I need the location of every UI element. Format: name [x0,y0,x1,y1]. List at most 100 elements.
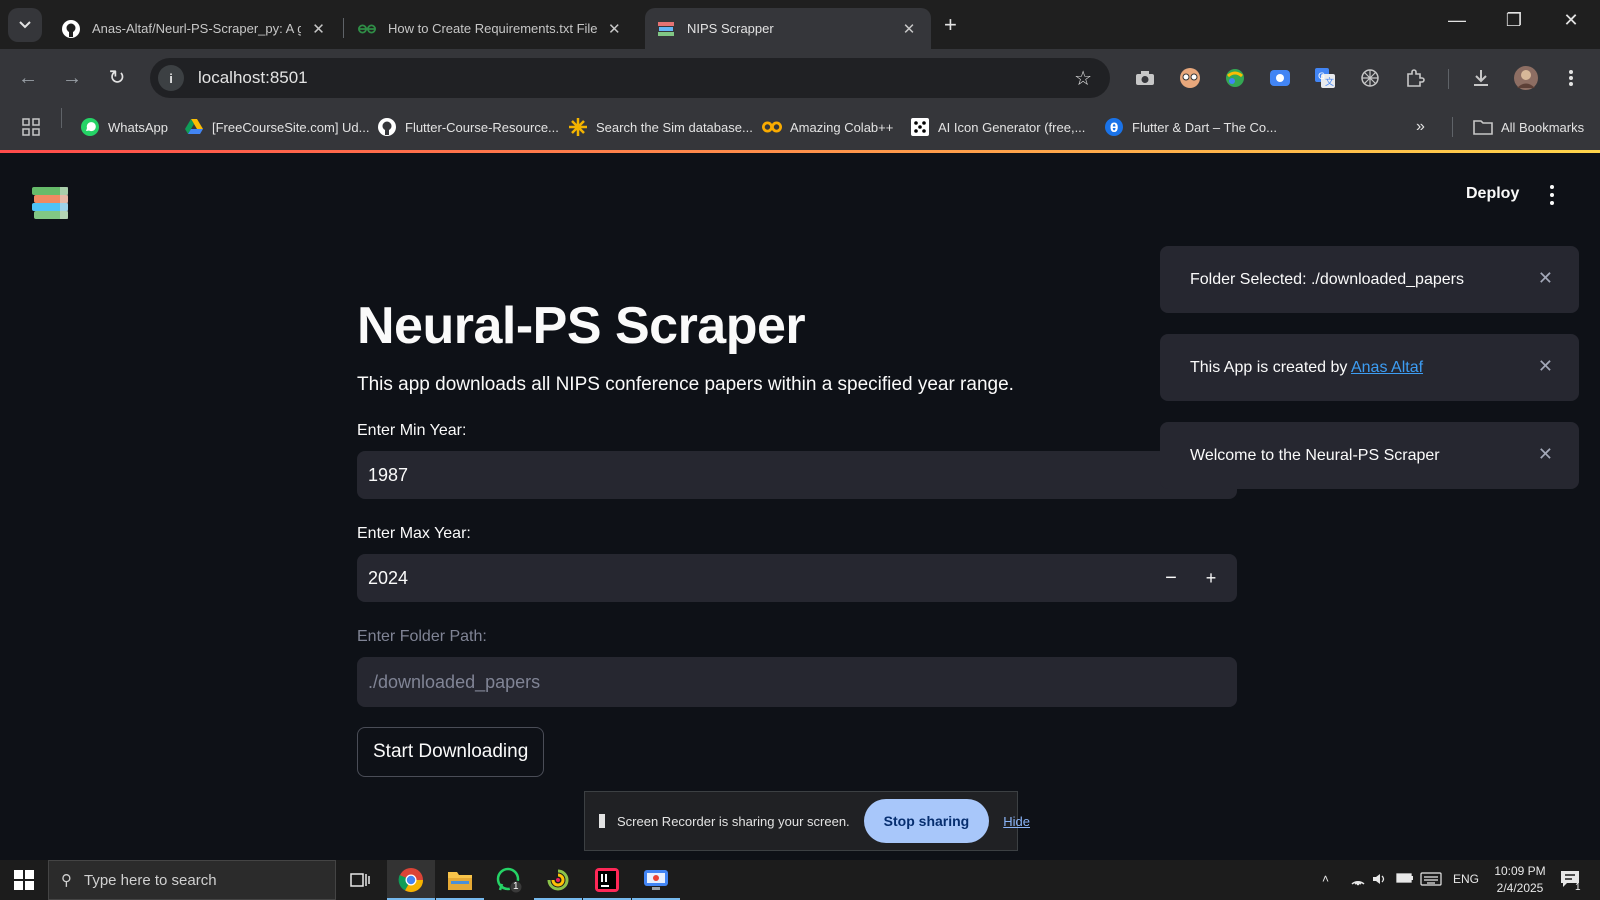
start-downloading-button[interactable]: Start Downloading [357,727,545,777]
profile-avatar[interactable] [1514,66,1538,90]
bookmark-star-icon[interactable]: ☆ [1074,66,1092,91]
deploy-button[interactable]: Deploy [1466,185,1519,203]
close-window-button[interactable]: ✕ [1551,10,1591,31]
author-link[interactable]: Anas Altaf [1351,359,1423,376]
globe-extension-icon[interactable] [1223,66,1247,90]
screen-recorder-icon [644,870,668,890]
whatsapp-badge: 1 [513,881,519,892]
close-icon[interactable]: ✕ [1538,356,1553,377]
language-indicator[interactable]: ENG [1453,872,1479,886]
tab-search-button[interactable] [8,8,42,42]
browser-menu-icon[interactable] [1559,66,1583,90]
main-content: Neural-PS Scraper This app downloads all… [357,290,1237,777]
system-clock[interactable]: 10:09 PM 2/4/2025 [1482,863,1558,897]
screen-recorder-extension-icon[interactable] [1268,66,1292,90]
taskbar-intellij[interactable] [583,860,631,900]
browser-tab-strip: Anas-Altaf/Neurl-PS-Scraper_py: A gu ✕ H… [0,0,1600,49]
bookmark-whatsapp[interactable]: WhatsApp [80,115,168,139]
browser-tab-geeksforgeeks[interactable]: How to Create Requirements.txt File i ✕ [346,8,636,49]
bookmark-amazing-colab[interactable]: Amazing Colab++ [762,115,893,139]
min-year-label: Enter Min Year: [357,422,467,439]
network-icon[interactable] [1350,872,1366,889]
more-bookmarks-button[interactable]: » [1416,115,1425,139]
bookmark-sim-database[interactable]: Search the Sim database... [568,115,753,139]
bookmark-label: [FreeCourseSite.com] Ud... [212,119,370,135]
windows-start-icon[interactable] [14,870,34,890]
max-year-decrement-button[interactable]: − [1159,566,1183,590]
apps-grid-icon [22,118,40,136]
hide-link[interactable]: Hide [1003,814,1030,829]
forward-button[interactable]: → [57,63,87,93]
task-view-button[interactable] [336,860,384,900]
url-text[interactable]: localhost:8501 [198,68,308,88]
extensions-puzzle-icon[interactable] [1403,66,1427,90]
taskbar-file-explorer[interactable] [436,860,484,900]
taskbar-colorful-app[interactable] [534,860,582,900]
windows-taskbar: ⚲ Type here to search 1 ˄ ENG 10:09 PM 2… [0,860,1600,900]
toast-folder-selected: Folder Selected: ./downloaded_papers ✕ [1160,246,1579,313]
taskbar-whatsapp[interactable]: 1 [485,860,533,900]
folder-icon [448,872,472,890]
camera-extension-icon[interactable] [1133,66,1157,90]
bookmark-label: Amazing Colab++ [790,119,894,135]
close-icon[interactable]: ✕ [309,20,328,38]
max-year-label: Enter Max Year: [357,525,471,542]
taskbar-chrome[interactable] [387,860,435,900]
bookmark-freecoursesite[interactable]: [FreeCourseSite.com] Ud... [184,115,370,139]
bookmark-flutter-dart[interactable]: θ Flutter & Dart – The Co... [1104,115,1277,139]
screen-sharing-bar: Screen Recorder is sharing your screen. … [584,791,1030,851]
google-translate-icon[interactable]: G文 [1313,66,1337,90]
bookmark-label: Search the Sim database... [596,119,753,135]
tab-title: NIPS Scrapper [687,21,774,36]
reload-button[interactable]: ↻ [102,63,132,93]
close-icon[interactable]: ✕ [1538,444,1553,465]
intellij-icon [595,868,619,892]
svg-text:θ: θ [1110,121,1118,135]
bookmark-ai-icon-generator[interactable]: AI Icon Generator (free,... [910,115,1085,139]
sim-icon [568,117,588,137]
arrow-right-icon: → [62,67,82,89]
app-menu-icon[interactable] [1545,183,1559,207]
search-icon: ⚲ [61,872,72,889]
folder-path-input[interactable] [357,657,1237,707]
tab-divider [343,18,344,38]
browser-tab-github[interactable]: Anas-Altaf/Neurl-PS-Scraper_py: A gu ✕ [50,8,340,49]
max-year-value[interactable]: 2024 [357,568,408,589]
close-icon[interactable]: ✕ [605,20,624,38]
min-year-input[interactable]: 1987 − + [357,451,1237,499]
bookmark-flutter-course[interactable]: Flutter-Course-Resource... [377,115,559,139]
app-header: Deploy [0,153,1600,233]
bookmarks-bar: WhatsApp [FreeCourseSite.com] Ud... Flut… [0,105,1600,150]
close-icon[interactable]: ✕ [899,20,919,38]
max-year-input[interactable]: 2024 − + [357,554,1237,602]
taskbar-search-box[interactable]: ⚲ Type here to search [48,860,336,900]
clock-date: 2/4/2025 [1496,881,1544,895]
browser-tab-nips-scrapper[interactable]: NIPS Scrapper ✕ [645,8,931,49]
chevron-up-icon[interactable]: ˄ [1322,872,1329,886]
back-button[interactable]: ← [13,63,43,93]
address-bar[interactable]: i localhost:8501 ☆ [150,58,1110,98]
close-icon[interactable]: ✕ [1538,268,1553,289]
max-year-increment-button[interactable]: + [1199,566,1223,590]
glasses-extension-icon[interactable] [1178,66,1202,90]
apps-grid-button[interactable] [22,115,40,139]
ai-extension-icon[interactable] [1358,66,1382,90]
restore-button[interactable]: ❐ [1494,10,1534,31]
svg-text:G: G [1318,72,1325,82]
drag-handle-icon[interactable] [599,814,605,828]
keyboard-icon[interactable] [1420,872,1442,889]
folder-icon [1473,117,1493,137]
toast-text: This App is created by Anas Altaf [1190,359,1423,377]
clock-time: 10:09 PM [1494,864,1546,878]
battery-icon[interactable] [1396,872,1414,887]
new-tab-button[interactable]: + [944,12,957,38]
folder-path-field[interactable] [357,657,1237,707]
min-year-value[interactable]: 1987 [357,465,408,486]
taskbar-screen-recorder[interactable] [632,860,680,900]
volume-icon[interactable] [1372,872,1388,889]
download-icon[interactable] [1469,66,1493,90]
stop-sharing-button[interactable]: Stop sharing [863,799,990,843]
minimize-button[interactable]: — [1437,10,1477,31]
site-info-icon[interactable]: i [158,65,184,91]
all-bookmarks-button[interactable]: All Bookmarks [1473,115,1584,139]
